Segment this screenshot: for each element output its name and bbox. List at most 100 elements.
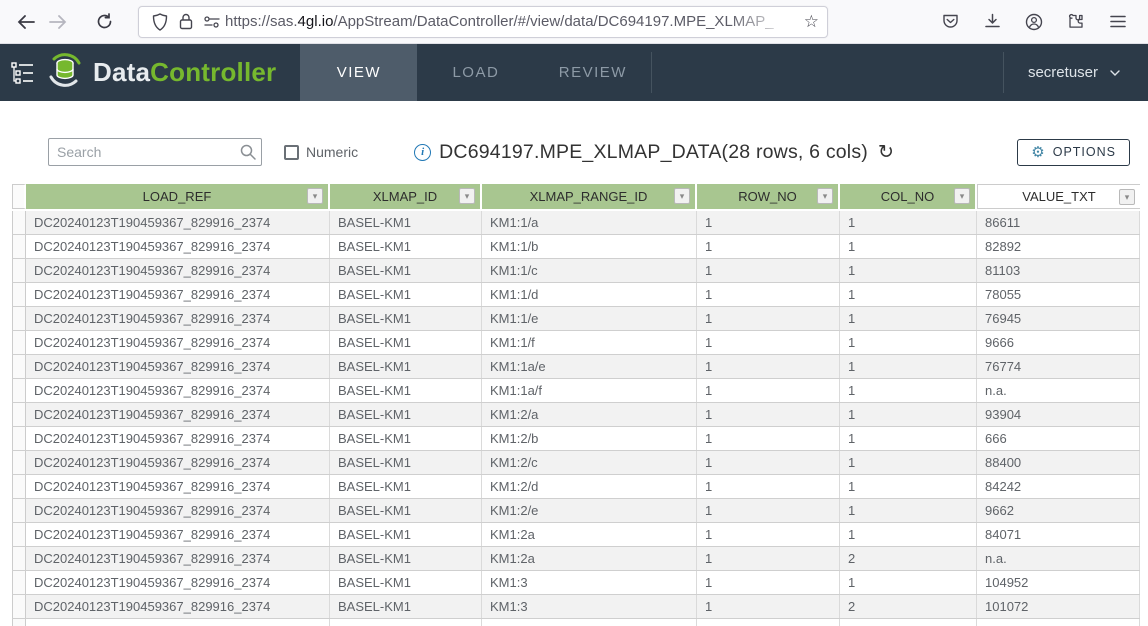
app-logo[interactable]: DataController xyxy=(46,44,300,101)
cell-load-ref[interactable]: DC20240123T190459367_829916_2374 xyxy=(26,499,330,522)
cell-xlmap-range-id[interactable]: KM1:1/a xyxy=(482,211,697,234)
cell-value-txt[interactable]: 86611 xyxy=(977,211,1140,234)
row-handle[interactable] xyxy=(12,595,26,618)
cell-value-txt[interactable]: 81103 xyxy=(977,259,1140,282)
cell-value-txt[interactable]: 82892 xyxy=(977,235,1140,258)
cell-row-no[interactable]: 1 xyxy=(697,595,840,618)
cell-col-no[interactable]: 2 xyxy=(840,547,977,570)
cell-row-no[interactable]: 1 xyxy=(697,211,840,234)
table-row[interactable]: DC20240123T190459367_829916_2374BASEL-KM… xyxy=(12,595,1140,619)
reload-button[interactable] xyxy=(88,6,120,38)
user-menu[interactable]: secretuser xyxy=(1004,44,1148,101)
url-text[interactable]: https://sas.4gl.io/AppStream/DataControl… xyxy=(225,13,798,30)
cell-xlmap-range-id[interactable]: KM1:1/b xyxy=(482,235,697,258)
cell-col-no[interactable]: 1 xyxy=(840,211,977,234)
cell-row-no[interactable]: 1 xyxy=(697,235,840,258)
cell-value-txt[interactable]: 104952 xyxy=(977,571,1140,594)
tab-review[interactable]: REVIEW xyxy=(534,44,651,101)
cell-xlmap-id[interactable]: BASEL-KM1 xyxy=(330,523,482,546)
cell-load-ref[interactable]: DC20240123T190459367_829916_2374 xyxy=(26,235,330,258)
cell-load-ref[interactable]: DC20240123T190459367_829916_2374 xyxy=(26,619,330,626)
column-header-xlmap-range-id[interactable]: XLMAP_RANGE_ID▾ xyxy=(482,184,697,209)
cell-value-txt[interactable]: 88400 xyxy=(977,451,1140,474)
row-handle[interactable] xyxy=(12,619,26,626)
cell-load-ref[interactable]: DC20240123T190459367_829916_2374 xyxy=(26,571,330,594)
row-handle[interactable] xyxy=(12,211,26,234)
permissions-icon[interactable] xyxy=(199,9,225,35)
table-row[interactable]: DC20240123T190459367_829916_2374BASEL-KM… xyxy=(12,523,1140,547)
row-handle[interactable] xyxy=(12,403,26,426)
cell-xlmap-id[interactable]: BASEL-KM1 xyxy=(330,379,482,402)
cell-row-no[interactable]: 1 xyxy=(697,259,840,282)
table-row[interactable]: DC20240123T190459367_829916_2374BASEL-KM… xyxy=(12,379,1140,403)
cell-value-txt[interactable]: 78055 xyxy=(977,283,1140,306)
cell-value-txt[interactable]: 9666 xyxy=(977,331,1140,354)
row-handle[interactable] xyxy=(12,451,26,474)
cell-xlmap-id[interactable]: BASEL-KM1 xyxy=(330,355,482,378)
table-row[interactable]: DC20240123T190459367_829916_2374BASEL-KM… xyxy=(12,547,1140,571)
row-handle[interactable] xyxy=(12,571,26,594)
cell-col-no[interactable]: 1 xyxy=(840,451,977,474)
bookmark-star-icon[interactable]: ☆ xyxy=(798,12,819,32)
filter-icon[interactable]: ▾ xyxy=(954,188,970,204)
cell-xlmap-range-id[interactable]: KM1:1/d xyxy=(482,283,697,306)
cell-load-ref[interactable]: DC20240123T190459367_829916_2374 xyxy=(26,379,330,402)
cell-col-no[interactable]: 1 xyxy=(840,259,977,282)
pocket-icon[interactable] xyxy=(936,8,964,36)
cell-load-ref[interactable]: DC20240123T190459367_829916_2374 xyxy=(26,451,330,474)
cell-value-txt[interactable]: 99548 xyxy=(977,619,1140,626)
table-row[interactable]: DC20240123T190459367_829916_2374BASEL-KM… xyxy=(12,619,1140,626)
row-handle[interactable] xyxy=(12,331,26,354)
cell-value-txt[interactable]: 9662 xyxy=(977,499,1140,522)
column-header-col-no[interactable]: COL_NO▾ xyxy=(840,184,977,209)
cell-load-ref[interactable]: DC20240123T190459367_829916_2374 xyxy=(26,283,330,306)
cell-row-no[interactable]: 1 xyxy=(697,475,840,498)
row-handle[interactable] xyxy=(12,379,26,402)
cell-col-no[interactable]: 1 xyxy=(840,355,977,378)
tab-load[interactable]: LOAD xyxy=(417,44,534,101)
cell-col-no[interactable]: 1 xyxy=(840,403,977,426)
cell-xlmap-id[interactable]: BASEL-KM1 xyxy=(330,259,482,282)
cell-xlmap-id[interactable]: BASEL-KM1 xyxy=(330,451,482,474)
cell-value-txt[interactable]: 101072 xyxy=(977,595,1140,618)
cell-load-ref[interactable]: DC20240123T190459367_829916_2374 xyxy=(26,355,330,378)
cell-row-no[interactable]: 1 xyxy=(697,331,840,354)
row-handle[interactable] xyxy=(12,475,26,498)
cell-value-txt[interactable]: 666 xyxy=(977,427,1140,450)
table-row[interactable]: DC20240123T190459367_829916_2374BASEL-KM… xyxy=(12,259,1140,283)
table-row[interactable]: DC20240123T190459367_829916_2374BASEL-KM… xyxy=(12,427,1140,451)
cell-xlmap-id[interactable]: BASEL-KM1 xyxy=(330,595,482,618)
table-row[interactable]: DC20240123T190459367_829916_2374BASEL-KM… xyxy=(12,499,1140,523)
cell-value-txt[interactable]: n.a. xyxy=(977,379,1140,402)
info-icon[interactable]: i xyxy=(414,144,431,161)
numeric-filter[interactable]: Numeric xyxy=(284,144,358,160)
cell-col-no[interactable]: 1 xyxy=(840,571,977,594)
cell-xlmap-id[interactable]: BASEL-KM1 xyxy=(330,427,482,450)
column-header-value-txt[interactable]: VALUE_TXT▾ xyxy=(977,184,1140,209)
cell-value-txt[interactable]: 84242 xyxy=(977,475,1140,498)
table-row[interactable]: DC20240123T190459367_829916_2374BASEL-KM… xyxy=(12,283,1140,307)
cell-xlmap-range-id[interactable]: KM1:2/a xyxy=(482,403,697,426)
table-row[interactable]: DC20240123T190459367_829916_2374BASEL-KM… xyxy=(12,211,1140,235)
back-button[interactable] xyxy=(10,6,42,38)
cell-row-no[interactable]: 1 xyxy=(697,619,840,626)
filter-icon[interactable]: ▾ xyxy=(817,188,833,204)
cell-xlmap-range-id[interactable]: KM1:3 xyxy=(482,619,697,626)
cell-load-ref[interactable]: DC20240123T190459367_829916_2374 xyxy=(26,427,330,450)
cell-xlmap-range-id[interactable]: KM1:2/c xyxy=(482,451,697,474)
row-handle[interactable] xyxy=(12,499,26,522)
cell-col-no[interactable]: 1 xyxy=(840,523,977,546)
column-header-load-ref[interactable]: LOAD_REF▾ xyxy=(26,184,330,209)
row-handle[interactable] xyxy=(12,355,26,378)
cell-xlmap-id[interactable]: BASEL-KM1 xyxy=(330,499,482,522)
cell-row-no[interactable]: 1 xyxy=(697,307,840,330)
column-header-xlmap-id[interactable]: XLMAP_ID▾ xyxy=(330,184,482,209)
cell-xlmap-range-id[interactable]: KM1:1a/f xyxy=(482,379,697,402)
table-row[interactable]: DC20240123T190459367_829916_2374BASEL-KM… xyxy=(12,331,1140,355)
forward-button[interactable] xyxy=(42,6,74,38)
cell-col-no[interactable]: 1 xyxy=(840,283,977,306)
cell-col-no[interactable]: 1 xyxy=(840,307,977,330)
cell-load-ref[interactable]: DC20240123T190459367_829916_2374 xyxy=(26,259,330,282)
filter-icon[interactable]: ▾ xyxy=(1119,189,1135,205)
cell-row-no[interactable]: 1 xyxy=(697,379,840,402)
